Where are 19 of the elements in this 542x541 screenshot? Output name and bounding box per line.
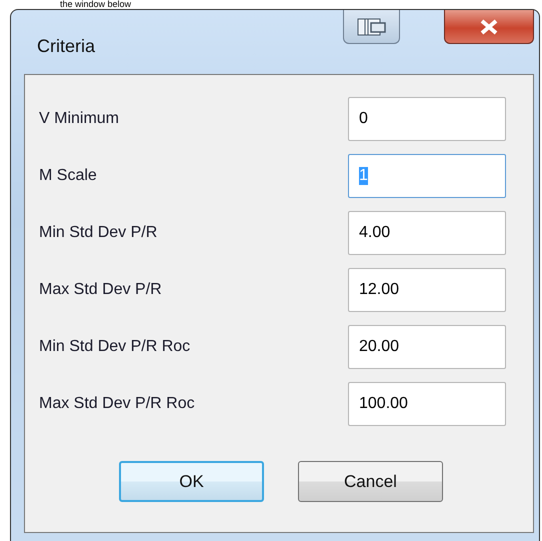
field-label: Min Std Dev P/R Roc	[39, 338, 192, 356]
input-field[interactable]: 0	[348, 97, 506, 141]
input-field[interactable]: 4.00	[348, 211, 506, 255]
caption-text: the window below	[60, 0, 132, 9]
close-button[interactable]	[444, 10, 534, 44]
window-title: Criteria	[37, 36, 96, 57]
input-field[interactable]: 20.00	[348, 325, 506, 369]
field-label: Max Std Dev P/R	[39, 281, 163, 299]
field-label: Min Std Dev P/R	[39, 224, 158, 242]
field-label: Max Std Dev P/R Roc	[39, 395, 196, 413]
close-icon	[479, 18, 499, 34]
window-panel-icon	[356, 18, 386, 36]
window-button[interactable]	[343, 10, 400, 44]
field-label: M Scale	[39, 167, 98, 185]
field-label: V Minimum	[39, 110, 120, 128]
input-field[interactable]: 100.00	[348, 382, 506, 426]
dialog-button[interactable]: Cancel	[298, 461, 443, 502]
dialog-button[interactable]: OK	[119, 461, 264, 502]
input-field[interactable]: 12.00	[348, 268, 506, 312]
